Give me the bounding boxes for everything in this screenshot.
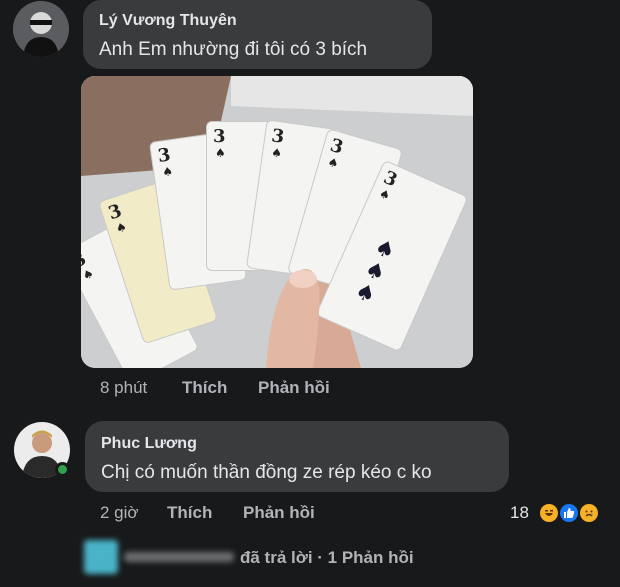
- comment-1-like-button[interactable]: Thích: [182, 378, 227, 398]
- comment-2-like-button[interactable]: Thích: [167, 503, 212, 523]
- comment-1-avatar[interactable]: [13, 1, 69, 57]
- like-icon: [558, 502, 580, 524]
- haha-icon: [538, 502, 560, 524]
- comment-2-reply-button[interactable]: Phản hồi: [243, 503, 315, 523]
- comment-1-photo[interactable]: 3 ♠ 3 ♠ 3 ♠ 3 ♠ 3 ♠ 3 ♠ 3 ♠ ♠ ♠ ♠: [81, 76, 473, 368]
- comment-2-reactions[interactable]: 18: [508, 499, 612, 527]
- comment-2-author[interactable]: Phuc Lương: [101, 435, 197, 453]
- replier-avatar-blurred: [84, 540, 118, 574]
- comment-1-bubble: Lý Vương Thuyên Anh Em nhường đi tôi có …: [83, 0, 432, 69]
- comment-1-text: Anh Em nhường đi tôi có 3 bích: [99, 39, 368, 60]
- sad-icon: [578, 502, 600, 524]
- comment-1-reply-button[interactable]: Phản hồi: [258, 378, 330, 398]
- reply-summary[interactable]: đã trả lời · 1 Phản hồi: [80, 540, 480, 576]
- reply-summary-text: đã trả lời · 1 Phản hồi: [240, 548, 414, 567]
- reaction-count: 18: [510, 503, 529, 522]
- online-status-indicator: [55, 462, 70, 477]
- comment-2-text: Chị có muốn thần đồng ze rép kéo c ko: [101, 462, 432, 483]
- comment-1-author[interactable]: Lý Vương Thuyên: [99, 12, 237, 30]
- avatar-photo: [13, 1, 69, 57]
- comment-1-time: 8 phút: [100, 378, 148, 397]
- hand-thumb: [266, 268, 320, 368]
- comment-2-bubble: Phuc Lương Chị có muốn thần đồng ze rép …: [85, 421, 509, 492]
- comment-2-time: 2 giờ: [100, 503, 139, 522]
- replier-name-blurred: [124, 552, 234, 562]
